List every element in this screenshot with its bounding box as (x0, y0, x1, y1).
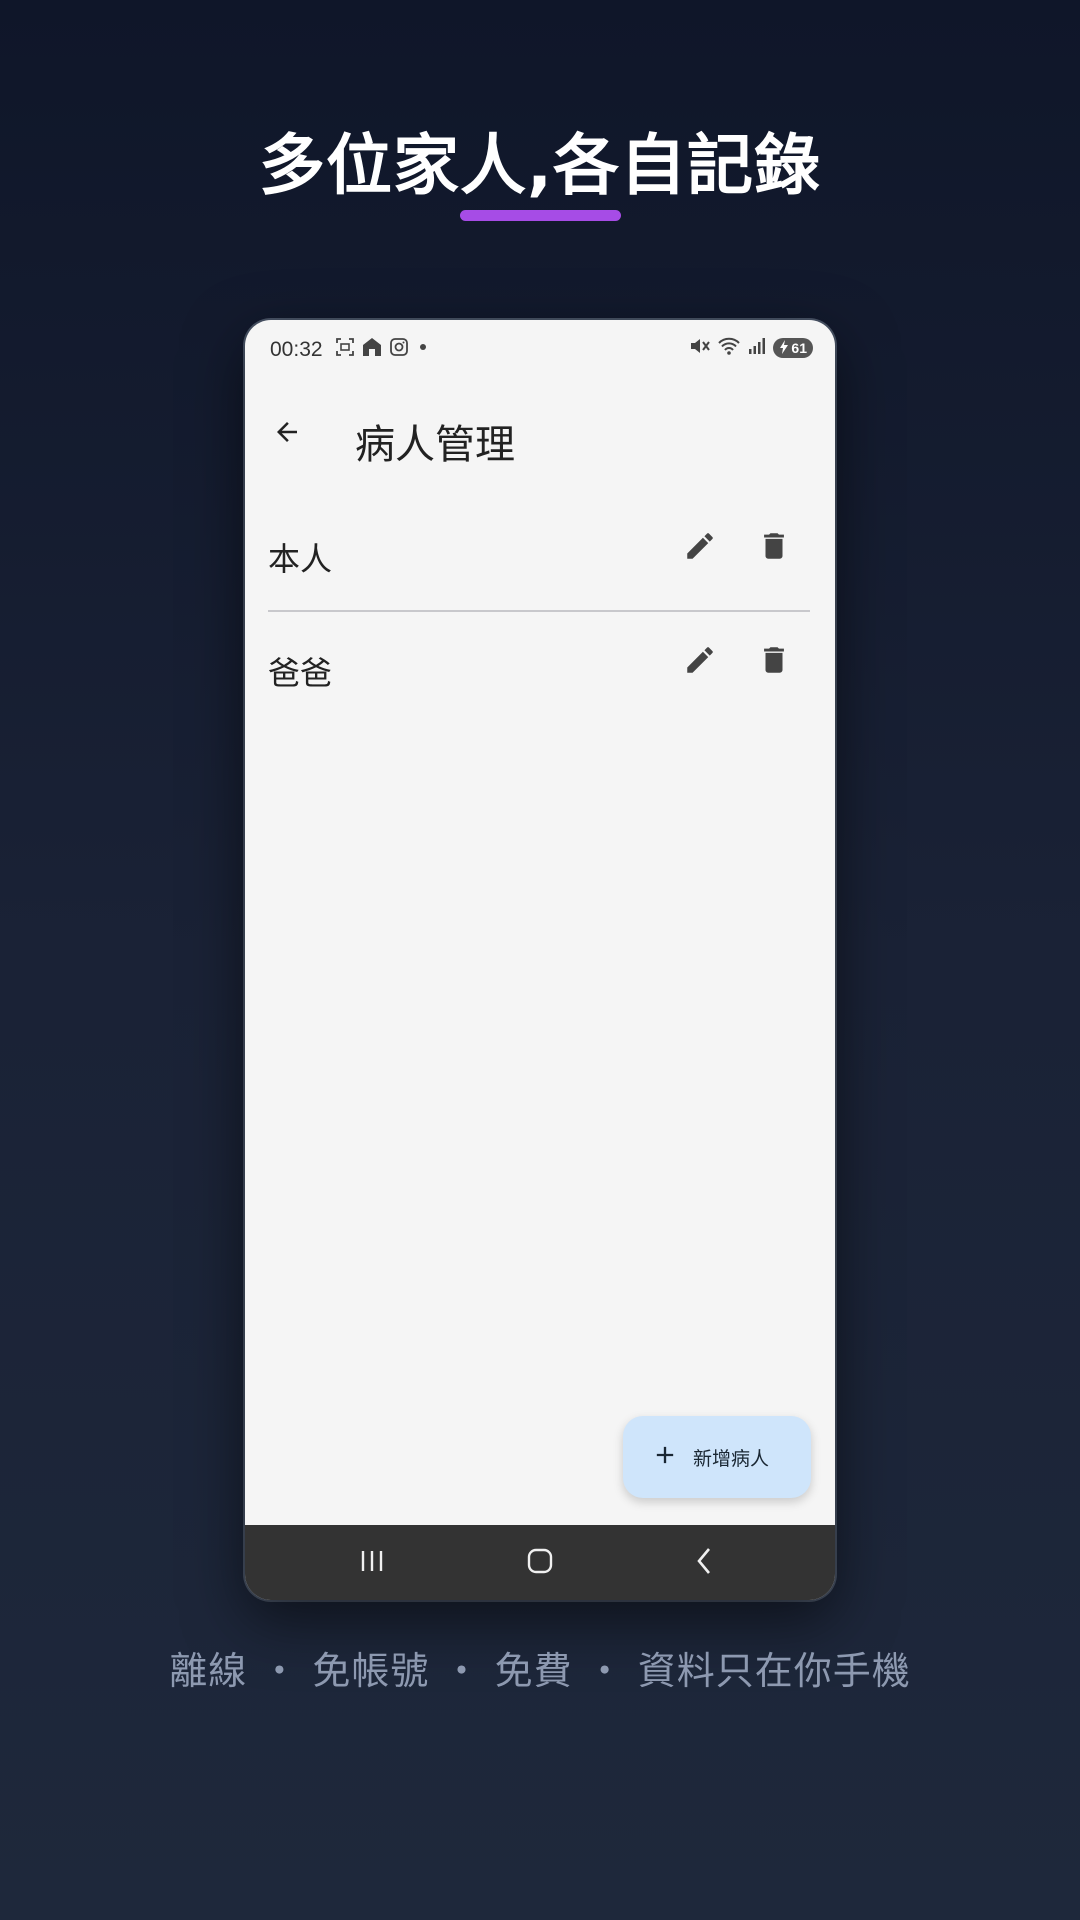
plus-icon (651, 1441, 679, 1473)
patient-row[interactable]: 爸爸 (268, 612, 810, 724)
promo-headline: 多位家人,各自記錄 (258, 127, 822, 204)
pencil-icon (683, 529, 717, 567)
home-nav-icon (525, 1546, 555, 1580)
pencil-icon (683, 643, 717, 681)
screenshot-icon (335, 337, 355, 361)
arrow-back-icon (272, 417, 302, 451)
phone-screen: 00:32 61 病人管理 本人 爸爸 新增病人 (245, 320, 835, 1600)
charging-icon (779, 339, 789, 357)
delete-button[interactable] (754, 642, 794, 682)
delete-button[interactable] (754, 528, 794, 568)
chevron-left-icon (692, 1546, 716, 1580)
recent-apps-button[interactable] (350, 1543, 394, 1583)
app-bar: 病人管理 (245, 382, 835, 502)
home-button[interactable] (518, 1543, 562, 1583)
page-title: 病人管理 (355, 422, 515, 468)
battery-level: 61 (791, 340, 807, 356)
system-back-button[interactable] (682, 1543, 726, 1583)
patient-name: 爸爸 (268, 654, 333, 692)
status-time: 00:32 (270, 338, 323, 361)
add-patient-label: 新增病人 (693, 1447, 770, 1470)
status-bar: 00:32 61 (245, 320, 835, 382)
signal-icon (747, 336, 767, 360)
edit-button[interactable] (680, 642, 720, 682)
trash-icon (757, 643, 791, 681)
mute-icon (689, 336, 711, 360)
notification-dot-icon (415, 337, 431, 361)
patient-row[interactable]: 本人 (268, 498, 810, 610)
patient-name: 本人 (268, 540, 333, 578)
add-patient-button[interactable]: 新增病人 (623, 1416, 811, 1498)
back-button[interactable] (265, 412, 309, 456)
trash-icon (757, 529, 791, 567)
patient-list: 本人 爸爸 (268, 498, 810, 724)
system-nav-bar (245, 1525, 835, 1600)
edit-button[interactable] (680, 528, 720, 568)
battery-indicator: 61 (773, 338, 813, 358)
home-app-icon (361, 336, 383, 362)
wifi-icon (717, 336, 741, 360)
headline-underline (460, 210, 621, 221)
instagram-icon (389, 337, 409, 361)
promo-tagline: 離線 ・ 免帳號 ・ 免費 ・ 資料只在你手機 (169, 1649, 911, 1693)
recent-apps-icon (357, 1547, 387, 1579)
